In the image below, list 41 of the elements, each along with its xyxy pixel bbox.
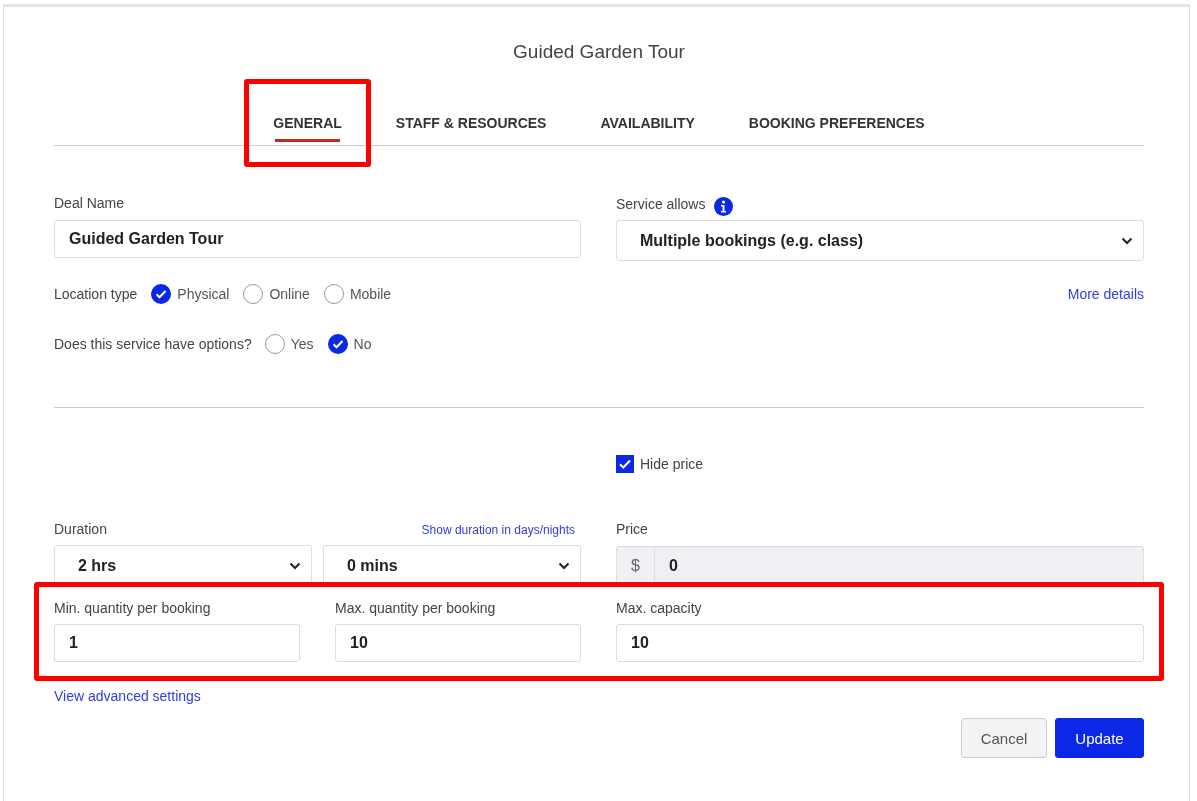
field-label: Does this service have options? [54,336,252,352]
deal-name-field[interactable]: Guided Garden Tour [54,220,581,258]
update-button[interactable]: Update [1055,718,1144,758]
advanced-settings-link[interactable]: View advanced settings [54,688,201,704]
dialog-title: Guided Garden Tour [512,40,686,64]
field-label: Service allows [616,195,706,212]
field-label: Deal Name [54,195,126,211]
field-label: Max. quantity per booking [335,600,497,616]
info-icon[interactable] [714,197,734,216]
radio-label: Online [269,286,310,302]
radio-button[interactable] [323,284,344,304]
radio-button[interactable] [327,334,348,354]
tab[interactable]: STAFF & RESOURCES [368,102,574,143]
radio-button[interactable] [243,284,264,304]
service-dropdown[interactable]: Multiple bookings (e.g. class) [616,220,1144,261]
chevron-down-icon [1121,236,1133,245]
radio-label: No [353,336,372,352]
quantity-field[interactable]: 1 [54,624,300,662]
quantity-field[interactable]: 10 [335,624,581,662]
quantity-field[interactable]: 10 [616,624,1144,662]
price-value: 0 [668,557,678,575]
tab[interactable]: GENERAL [246,102,369,143]
radio-button[interactable] [264,334,285,354]
chevron-down-icon [289,561,301,570]
checkbox[interactable] [616,455,634,473]
more-details-link[interactable]: More details [1067,286,1144,302]
radio-label: Physical [177,286,230,302]
radio-button[interactable] [151,284,172,304]
radio-label: Mobile [349,286,392,302]
field-label: Price [616,521,649,537]
field-label: Duration [54,521,107,537]
cancel-button[interactable]: Cancel [961,718,1047,758]
field-label: Max. capacity [616,600,703,616]
field-label: Min. quantity per booking [54,600,212,616]
field-label: Location type [54,286,138,302]
tab[interactable]: AVAILABILITY [573,102,722,143]
radio-label: Yes [290,336,314,352]
checkbox-label: Hide price [640,456,704,472]
show-duration-link[interactable]: Show duration in days/nights [421,523,575,537]
tab[interactable]: BOOKING PREFERENCES [721,102,952,143]
chevron-down-icon [558,561,570,570]
